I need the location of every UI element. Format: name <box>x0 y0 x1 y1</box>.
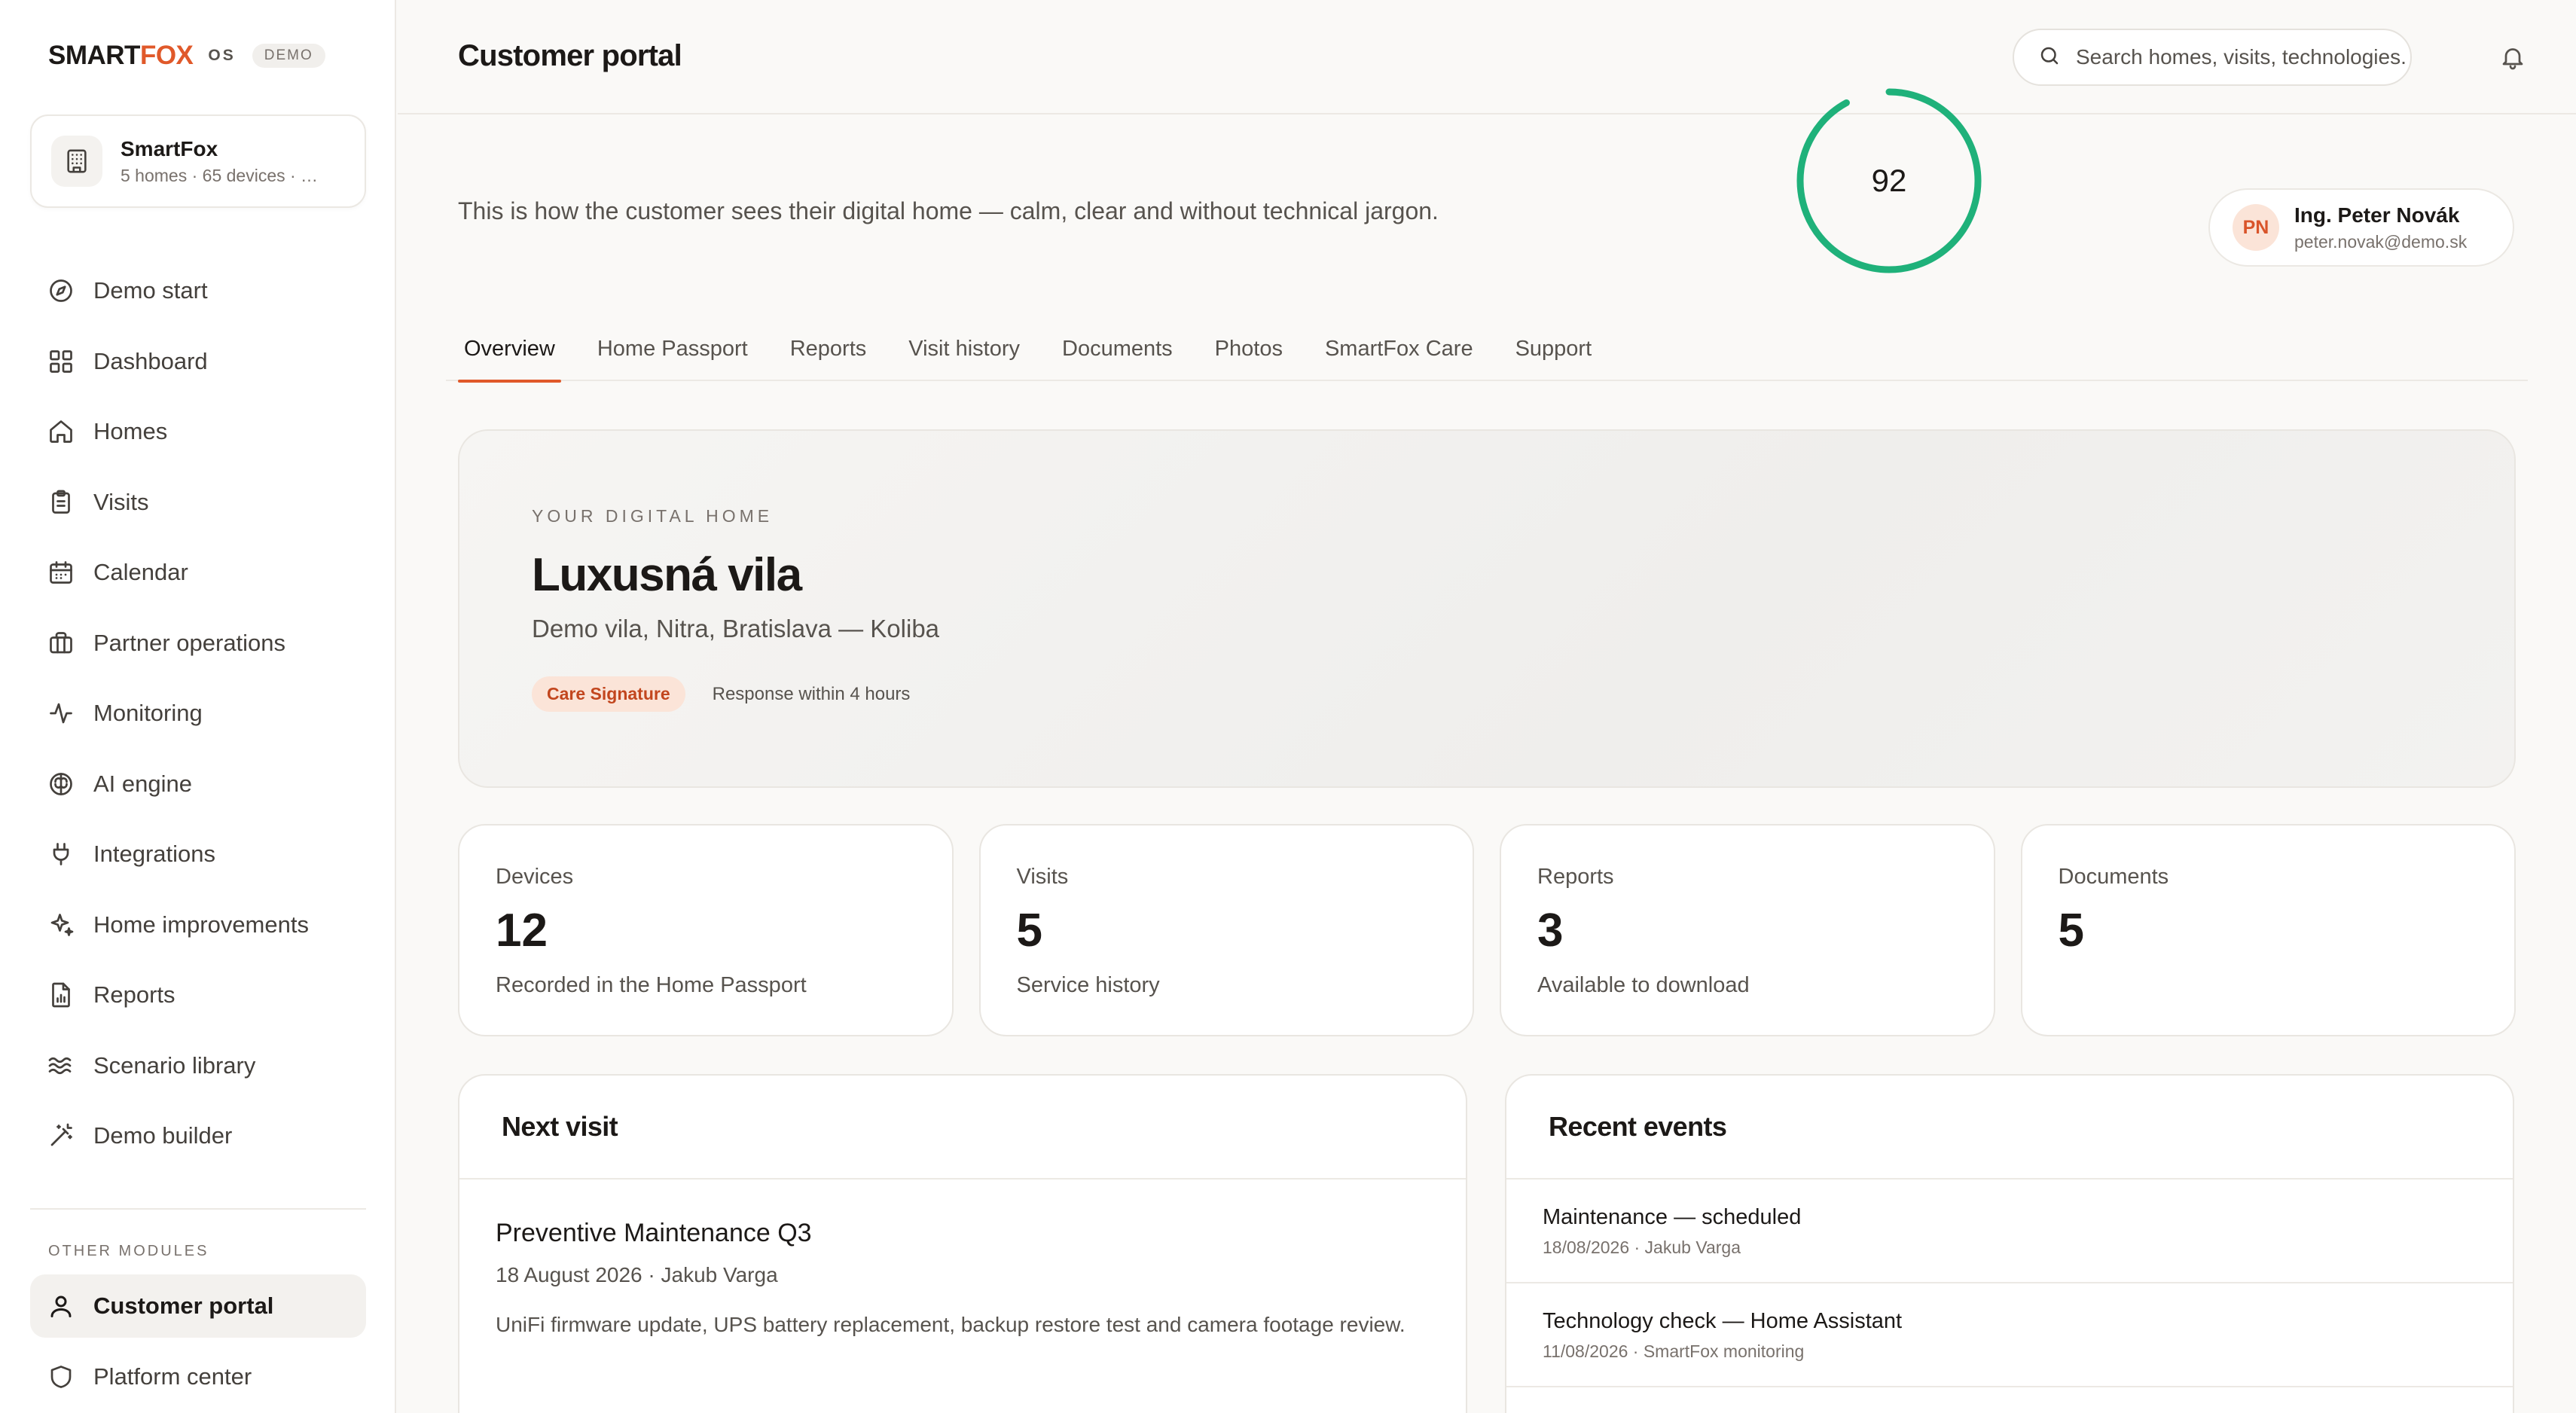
other-modules-label: OTHER MODULES <box>48 1243 209 1259</box>
home-score-value: 92 <box>1871 163 1907 198</box>
sidebar-item-partner-operations[interactable]: Partner operations <box>30 612 366 675</box>
report-icon <box>47 981 75 1009</box>
tab-overview[interactable]: Overview <box>446 316 573 383</box>
tab-documents[interactable]: Documents <box>1044 316 1191 381</box>
tab-photos[interactable]: Photos <box>1197 316 1301 381</box>
compass-icon <box>47 276 75 305</box>
sidebar-item-platform-center[interactable]: Platform center <box>30 1345 366 1408</box>
sidebar-item-scenario-library[interactable]: Scenario library <box>30 1034 366 1097</box>
home-name: Luxusná vila <box>532 549 802 601</box>
sidebar: SMARTFOX OS DEMO SmartFox 5 homes · 65 d… <box>0 0 396 1413</box>
sidebar-item-visits[interactable]: Visits <box>30 471 366 534</box>
shield-icon <box>47 1363 75 1391</box>
home-address: Demo vila, Nitra, Bratislava — Koliba <box>532 615 940 642</box>
activity-icon <box>47 699 75 728</box>
tab-reports[interactable]: Reports <box>772 316 885 381</box>
brain-icon <box>47 770 75 798</box>
portal-tabs: Overview Home Passport Reports Visit his… <box>446 316 2528 383</box>
sidebar-item-integrations[interactable]: Integrations <box>30 822 366 886</box>
care-plan-badge: Care Signature <box>532 676 685 712</box>
user-icon <box>47 1292 75 1320</box>
organization-switcher[interactable]: SmartFox 5 homes · 65 devices · … <box>30 114 366 208</box>
plug-icon <box>47 840 75 868</box>
recent-events-heading: Recent events <box>1506 1076 2513 1180</box>
search-icon <box>2038 44 2061 71</box>
customer-name: Ing. Peter Novák <box>2294 203 2460 227</box>
calendar-icon <box>47 558 75 587</box>
stat-card-documents[interactable]: Documents 5 <box>2020 824 2516 1036</box>
portal-intro: This is how the customer sees their digi… <box>458 197 1439 224</box>
search-box[interactable] <box>2013 29 2412 86</box>
sidebar-item-demo-builder[interactable]: Demo builder <box>30 1104 366 1167</box>
avatar: PN <box>2233 204 2279 251</box>
digital-home-hero: YOUR DIGITAL HOME Luxusná vila Demo vila… <box>458 429 2516 788</box>
customer-profile-chip[interactable]: PN Ing. Peter Novák peter.novak@demo.sk <box>2208 188 2514 267</box>
grid-icon <box>47 347 75 376</box>
other-modules-nav: Customer portal Platform center <box>30 1274 366 1413</box>
logo-os-label: OS <box>208 47 236 64</box>
search-input[interactable] <box>2076 45 2407 69</box>
clipboard-icon <box>47 488 75 517</box>
tab-smartfox-care[interactable]: SmartFox Care <box>1307 316 1491 381</box>
sidebar-item-dashboard[interactable]: Dashboard <box>30 330 366 393</box>
tab-visit-history[interactable]: Visit history <box>890 316 1038 381</box>
org-summary: 5 homes · 65 devices · … <box>121 165 319 185</box>
tab-home-passport[interactable]: Home Passport <box>579 316 766 381</box>
sidebar-item-reports[interactable]: Reports <box>30 963 366 1027</box>
stat-card-reports[interactable]: Reports 3 Available to download <box>1500 824 1995 1036</box>
stats-row: Devices 12 Recorded in the Home Passport… <box>458 824 2516 1036</box>
waves-icon <box>47 1051 75 1080</box>
home-icon <box>47 417 75 446</box>
sidebar-item-monitoring[interactable]: Monitoring <box>30 682 366 745</box>
sidebar-item-homes[interactable]: Homes <box>30 400 366 463</box>
sparkles-icon <box>47 911 75 939</box>
next-visit-panel: Next visit Preventive Maintenance Q3 18 … <box>458 1074 1467 1413</box>
top-header: Customer portal <box>398 0 2576 114</box>
sidebar-item-demo-start[interactable]: Demo start <box>30 259 366 322</box>
bell-icon[interactable] <box>2499 44 2526 71</box>
brand-logo[interactable]: SMARTFOX OS DEMO <box>48 41 325 71</box>
main-nav: Demo start Dashboard Homes Visits Calend… <box>30 259 366 1175</box>
hero-kicker: YOUR DIGITAL HOME <box>532 506 774 526</box>
customer-email: peter.novak@demo.sk <box>2294 231 2468 252</box>
response-time: Response within 4 hours <box>712 683 911 704</box>
visit-meta: 18 August 2026 · Jakub Varga <box>496 1263 778 1286</box>
stat-card-visits[interactable]: Visits 5 Service history <box>978 824 1474 1036</box>
demo-badge: DEMO <box>252 44 325 68</box>
sidebar-divider <box>30 1208 366 1210</box>
sidebar-item-home-improvements[interactable]: Home improvements <box>30 893 366 957</box>
next-visit-item[interactable]: Preventive Maintenance Q3 18 August 2026… <box>459 1180 1466 1340</box>
sidebar-item-ai-engine[interactable]: AI engine <box>30 752 366 816</box>
building-icon <box>51 136 102 187</box>
briefcase-icon <box>47 629 75 658</box>
visit-description: UniFi firmware update, UPS battery repla… <box>496 1313 1406 1336</box>
recent-events-panel: Recent events Maintenance — scheduled 18… <box>1505 1074 2514 1413</box>
org-name: SmartFox <box>121 136 218 160</box>
tab-support[interactable]: Support <box>1497 316 1610 381</box>
list-item[interactable]: Technology check — Home Assistant 11/08/… <box>1506 1283 2513 1387</box>
sidebar-item-calendar[interactable]: Calendar <box>30 541 366 604</box>
stat-card-devices[interactable]: Devices 12 Recorded in the Home Passport <box>458 824 954 1036</box>
wand-icon <box>47 1122 75 1150</box>
sidebar-item-customer-portal[interactable]: Customer portal <box>30 1274 366 1338</box>
list-item[interactable]: Maintenance — scheduled 18/08/2026 · Jak… <box>1506 1180 2513 1283</box>
next-visit-heading: Next visit <box>459 1076 1466 1180</box>
visit-title: Preventive Maintenance Q3 <box>496 1219 812 1247</box>
page-title: Customer portal <box>458 39 682 72</box>
